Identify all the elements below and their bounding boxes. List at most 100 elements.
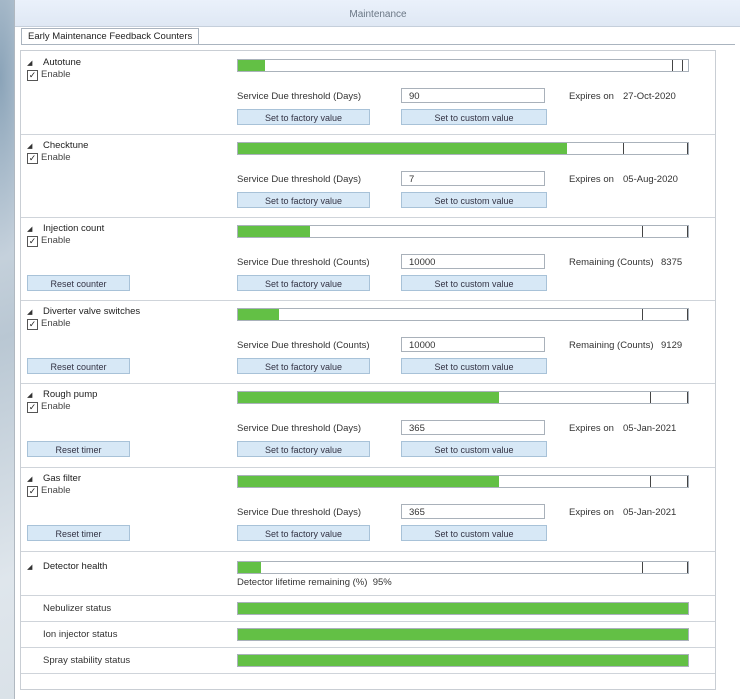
threshold-input[interactable]: 7 — [401, 171, 545, 186]
section-header[interactable]: ◢ Injection count — [27, 223, 104, 234]
status-row-ion-injector: Ion injector status — [21, 621, 715, 648]
progress-marker — [623, 143, 624, 154]
set-custom-value-button[interactable]: Set to custom value — [401, 525, 547, 541]
detector-remaining-label: Detector lifetime remaining (%) 95% — [237, 577, 392, 588]
enable-checkbox[interactable]: ✓ Enable — [27, 152, 71, 164]
progress-marker — [650, 392, 651, 403]
progress-bar — [237, 475, 689, 488]
set-factory-value-button[interactable]: Set to factory value — [237, 525, 370, 541]
progress-bar — [237, 308, 689, 321]
set-factory-value-button[interactable]: Set to factory value — [237, 192, 370, 208]
collapse-triangle-icon[interactable]: ◢ — [27, 59, 35, 67]
enable-label: Enable — [41, 485, 71, 496]
section-diverter-valve-switches: ◢ Diverter valve switches ✓ Enable Service… — [21, 300, 715, 384]
progress-marker — [642, 309, 643, 320]
collapse-triangle-icon[interactable]: ◢ — [27, 308, 35, 316]
section-header[interactable]: ◢ Detector health — [27, 561, 107, 572]
collapse-triangle-icon[interactable]: ◢ — [27, 391, 35, 399]
set-custom-value-button[interactable]: Set to custom value — [401, 441, 547, 457]
reset-timer-button[interactable]: Reset timer — [27, 525, 130, 541]
progress-end-marker — [687, 226, 688, 237]
section-title: Diverter valve switches — [43, 306, 141, 317]
collapse-triangle-icon[interactable]: ◢ — [27, 563, 35, 571]
status-bar — [237, 602, 689, 615]
progress-bar — [237, 225, 689, 238]
status-label: Expires on — [569, 423, 614, 434]
threshold-label: Service Due threshold (Counts) — [237, 257, 370, 268]
section-injection-count: ◢ Injection count ✓ Enable Service Due thr… — [21, 217, 715, 301]
section-title: Detector health — [43, 561, 108, 572]
section-title: Checktune — [43, 140, 89, 151]
progress-bar — [237, 59, 689, 72]
section-header[interactable]: ◢ Diverter valve switches — [27, 306, 140, 317]
section-title: Rough pump — [43, 389, 98, 400]
status-row-label: Nebulizer status — [43, 603, 112, 614]
checkbox-checked-icon: ✓ — [27, 153, 38, 164]
enable-label: Enable — [41, 152, 71, 163]
progress-end-marker — [687, 562, 688, 573]
threshold-label: Service Due threshold (Days) — [237, 91, 362, 102]
checkbox-checked-icon: ✓ — [27, 486, 38, 497]
status-value: 05-Jan-2021 — [623, 423, 677, 434]
status-row-label: Spray stability status — [43, 655, 131, 666]
section-header[interactable]: ◢ Rough pump — [27, 389, 97, 400]
progress-fill — [238, 309, 279, 320]
set-custom-value-button[interactable]: Set to custom value — [401, 275, 547, 291]
collapse-triangle-icon[interactable]: ◢ — [27, 225, 35, 233]
reset-counter-button[interactable]: Reset counter — [27, 358, 130, 374]
status-row-label: Ion injector status — [43, 629, 118, 640]
section-header[interactable]: ◢ Autotune — [27, 57, 81, 68]
checkbox-checked-icon: ✓ — [27, 319, 38, 330]
status-label: Expires on — [569, 91, 614, 102]
enable-checkbox[interactable]: ✓ Enable — [27, 318, 71, 330]
set-factory-value-button[interactable]: Set to factory value — [237, 358, 370, 374]
checkbox-checked-icon: ✓ — [27, 236, 38, 247]
enable-checkbox[interactable]: ✓ Enable — [27, 401, 71, 413]
progress-fill — [238, 562, 261, 573]
tab-divider — [21, 44, 735, 45]
status-label: Expires on — [569, 174, 614, 185]
enable-checkbox[interactable]: ✓ Enable — [27, 69, 71, 81]
status-bar — [237, 654, 689, 667]
reset-counter-button[interactable]: Reset counter — [27, 275, 130, 291]
status-value: 8375 — [661, 257, 683, 268]
progress-bar — [237, 561, 689, 574]
set-custom-value-button[interactable]: Set to custom value — [401, 192, 547, 208]
window-title: Maintenance — [349, 9, 407, 20]
set-factory-value-button[interactable]: Set to factory value — [237, 441, 370, 457]
reset-timer-button[interactable]: Reset timer — [27, 441, 130, 457]
threshold-input[interactable]: 365 — [401, 420, 545, 435]
progress-end-marker — [682, 60, 683, 71]
section-header[interactable]: ◢ Gas filter — [27, 473, 81, 484]
section-title: Gas filter — [43, 473, 82, 484]
enable-checkbox[interactable]: ✓ Enable — [27, 485, 71, 497]
threshold-input[interactable]: 365 — [401, 504, 545, 519]
threshold-input[interactable]: 10000 — [401, 254, 545, 269]
enable-label: Enable — [41, 235, 71, 246]
threshold-input[interactable]: 90 — [401, 88, 545, 103]
tab-early-maintenance-feedback-counters[interactable]: Early Maintenance Feedback Counters — [21, 28, 200, 45]
progress-fill — [238, 476, 499, 487]
section-title: Autotune — [43, 57, 82, 68]
remaining-label-text: Detector lifetime remaining (%) — [237, 577, 368, 588]
section-header[interactable]: ◢ Checktune — [27, 140, 88, 151]
set-custom-value-button[interactable]: Set to custom value — [401, 358, 547, 374]
threshold-input[interactable]: 10000 — [401, 337, 545, 352]
enable-checkbox[interactable]: ✓ Enable — [27, 235, 71, 247]
threshold-label: Service Due threshold (Days) — [237, 507, 362, 518]
status-value: 27-Oct-2020 — [623, 91, 676, 102]
section-checktune: ◢ Checktune ✓ Enable Service Due threshold… — [21, 134, 715, 218]
status-label: Remaining (Counts) — [569, 340, 654, 351]
progress-bar — [237, 391, 689, 404]
set-factory-value-button[interactable]: Set to factory value — [237, 109, 370, 125]
status-label: Expires on — [569, 507, 614, 518]
status-value: 05-Aug-2020 — [623, 174, 678, 185]
status-value: 9129 — [661, 340, 683, 351]
remaining-value: 95% — [372, 577, 392, 588]
collapse-triangle-icon[interactable]: ◢ — [27, 475, 35, 483]
set-custom-value-button[interactable]: Set to custom value — [401, 109, 547, 125]
set-factory-value-button[interactable]: Set to factory value — [237, 275, 370, 291]
collapse-triangle-icon[interactable]: ◢ — [27, 142, 35, 150]
threshold-label: Service Due threshold (Days) — [237, 174, 362, 185]
status-fill — [238, 655, 688, 666]
